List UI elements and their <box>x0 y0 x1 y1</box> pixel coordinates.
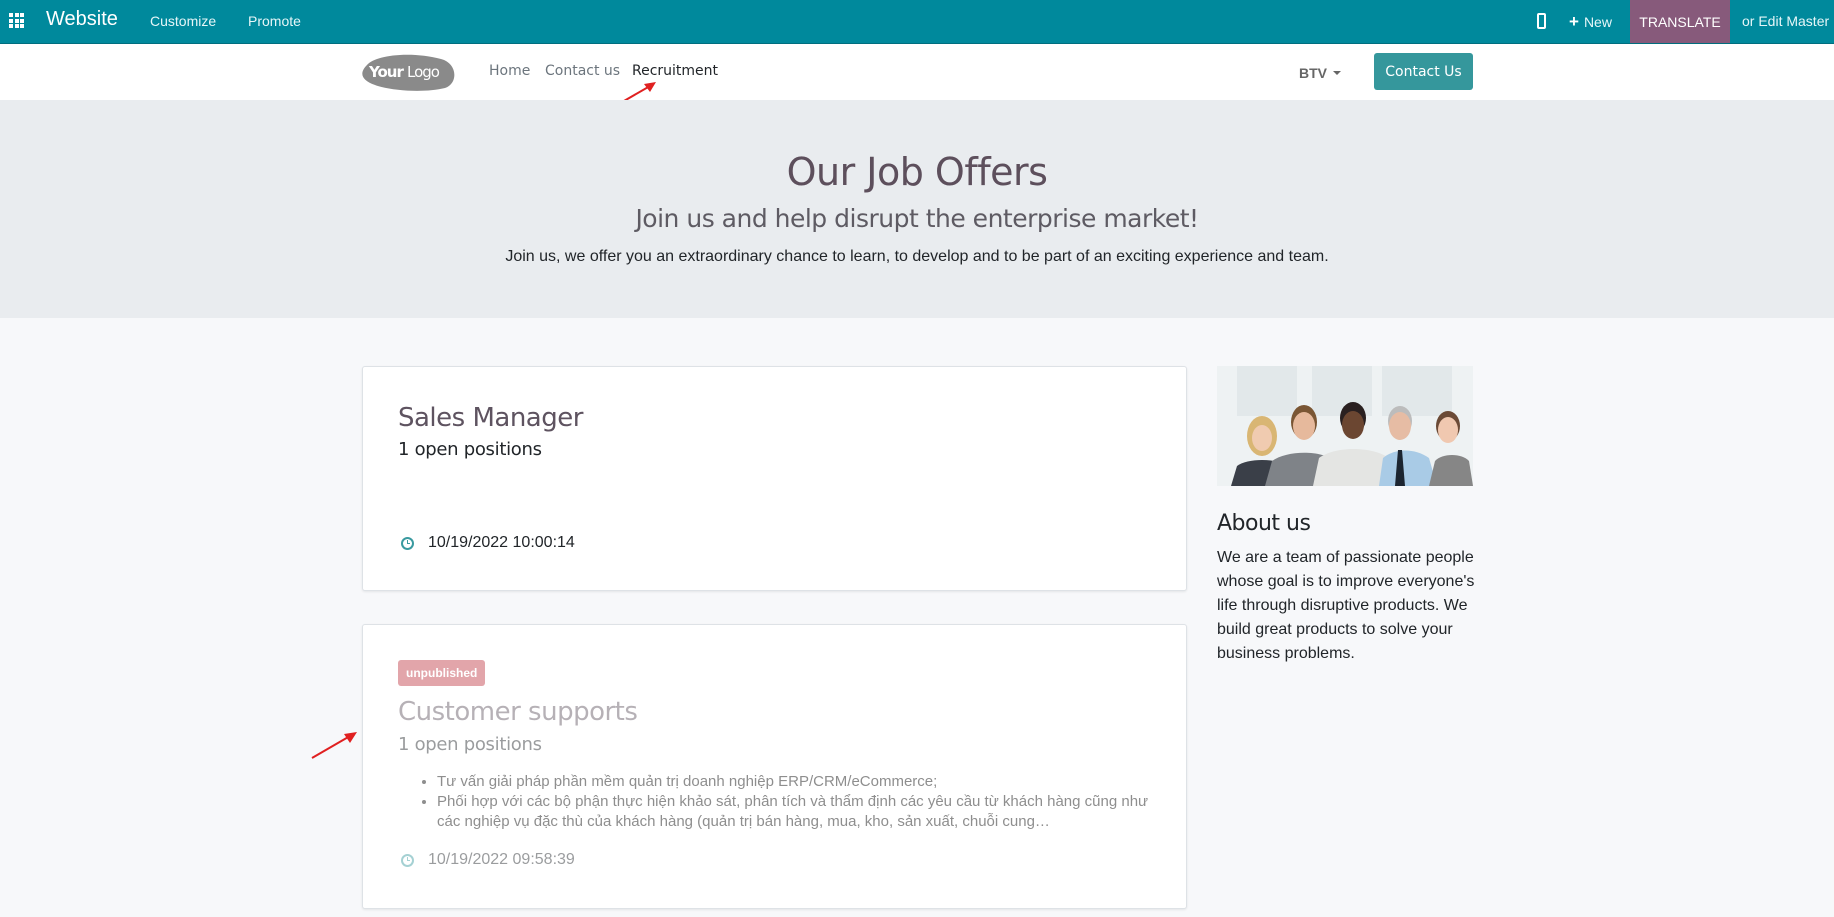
job-date: 10/19/2022 09:58:39 <box>398 851 575 869</box>
customize-menu[interactable]: Customize <box>150 13 216 29</box>
nav-recruitment[interactable]: Recruitment <box>632 63 718 79</box>
about-us-title: About us <box>1217 511 1311 536</box>
about-us-text: We are a team of passionate people whose… <box>1217 549 1475 662</box>
team-photo <box>1217 366 1473 486</box>
annotation-arrow-icon <box>311 732 357 759</box>
logo-text-light: Logo <box>407 63 440 81</box>
clock-icon <box>401 853 414 867</box>
job-open-positions: 1 open positions <box>398 734 542 755</box>
job-title[interactable]: Customer supports <box>398 697 638 727</box>
language-label: BTV <box>1299 65 1327 81</box>
hero-section: Our Job Offers Join us and help disrupt … <box>0 100 1834 318</box>
promote-menu[interactable]: Promote <box>248 13 301 29</box>
new-label: New <box>1583 14 1612 30</box>
new-content-button[interactable]: + New <box>1569 12 1612 32</box>
job-title[interactable]: Sales Manager <box>398 403 583 433</box>
mobile-preview-icon[interactable] <box>1537 13 1546 29</box>
site-header: Your Logo Home Contact us Recruitment BT… <box>0 44 1834 100</box>
plus-icon: + <box>1569 12 1579 31</box>
nav-contact-us[interactable]: Contact us <box>545 63 620 79</box>
page-title: Our Job Offers <box>786 150 1048 194</box>
language-selector[interactable]: BTV <box>1299 65 1341 81</box>
caret-down-icon <box>1333 71 1341 75</box>
description-item: Phối hợp với các bộ phận thực hiện khảo … <box>437 792 1163 832</box>
edit-master-link[interactable]: or Edit Master <box>1742 13 1829 29</box>
nav-home[interactable]: Home <box>489 63 530 79</box>
clock-icon <box>401 536 414 550</box>
job-description: Tư vấn giải pháp phần mềm quản trị doanh… <box>423 772 1163 832</box>
job-card-customer-supports[interactable]: unpublished Customer supports 1 open pos… <box>362 624 1187 909</box>
logo-text-bold: Your <box>368 63 404 81</box>
hero-text: Join us, we offer you an extraordinary c… <box>505 248 1329 265</box>
admin-top-bar: Website Customize Promote + New TRANSLATE… <box>0 0 1834 44</box>
job-open-positions: 1 open positions <box>398 439 542 460</box>
contact-us-button[interactable]: Contact Us <box>1374 53 1473 90</box>
description-item: Tư vấn giải pháp phần mềm quản trị doanh… <box>437 772 1163 792</box>
app-brand[interactable]: Website <box>46 8 118 31</box>
page-subtitle: Join us and help disrupt the enterprise … <box>635 204 1199 233</box>
site-logo[interactable]: Your Logo <box>361 53 457 91</box>
translate-button[interactable]: TRANSLATE <box>1630 0 1730 43</box>
unpublished-badge: unpublished <box>398 660 486 686</box>
apps-menu-icon[interactable] <box>9 13 26 28</box>
job-date-text: 10/19/2022 09:58:39 <box>428 851 575 868</box>
job-card-sales-manager[interactable]: Sales Manager 1 open positions 10/19/202… <box>362 366 1187 591</box>
job-date-text: 10/19/2022 10:00:14 <box>428 534 575 551</box>
job-date: 10/19/2022 10:00:14 <box>398 534 575 552</box>
